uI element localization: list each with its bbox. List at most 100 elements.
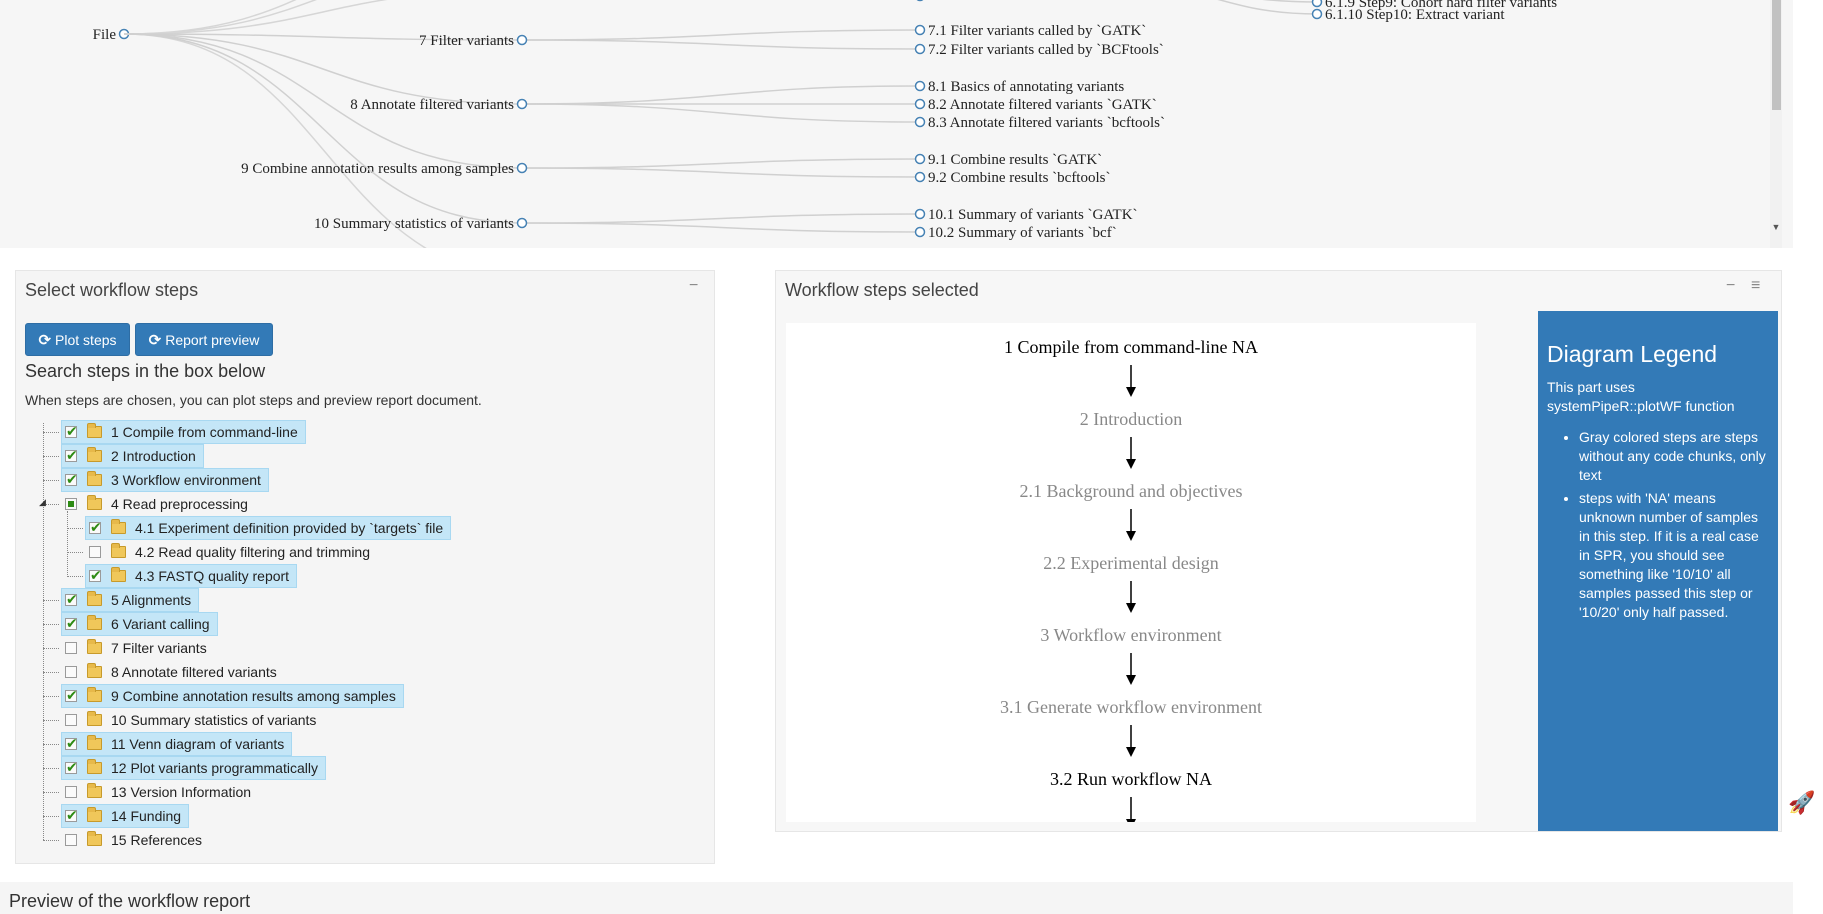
tree-guide-line	[43, 648, 59, 649]
tree-child-label: 8.2 Annotate filtered variants `GATK`	[928, 97, 1157, 113]
legend-list: Gray colored steps are steps without any…	[1547, 428, 1770, 622]
tree-node[interactable]	[516, 98, 528, 110]
step-label: 7 Filter variants	[111, 640, 207, 656]
tree-node[interactable]	[516, 217, 528, 229]
step-checkbox[interactable]	[65, 807, 78, 824]
diagram-arrow-head	[1126, 675, 1136, 685]
step-label: 12 Plot variants programmatically	[111, 760, 318, 776]
tree-node[interactable]	[914, 171, 926, 183]
step-checkbox-tree: 1 Compile from command-line 2 Introductio…	[16, 271, 716, 865]
tree-node[interactable]	[914, 24, 926, 36]
tree-node[interactable]	[1311, 8, 1323, 20]
step-checkbox[interactable]	[65, 687, 78, 704]
tree-root-label: File	[93, 27, 117, 43]
legend-item: steps with 'NA' means unknown number of …	[1579, 489, 1770, 622]
step-label: 4.2 Read quality filtering and trimming	[135, 544, 371, 560]
legend-intro: This part uses systemPipeR::plotWF funct…	[1547, 379, 1735, 414]
tree-link	[123, 0, 318, 35]
step-checkbox[interactable]	[65, 666, 77, 678]
tree-link	[1262, 0, 1318, 3]
step-checkbox[interactable]	[89, 519, 102, 536]
tree-child-label: 8.3 Annotate filtered variants `bcftools…	[928, 115, 1165, 131]
tree-step-item[interactable]: 11 Venn diagram of variants	[61, 732, 293, 756]
tree-step-item[interactable]: 4.2 Read quality filtering and trimming	[89, 541, 374, 563]
diagram-node-label: 2.1 Background and objectives	[1020, 481, 1243, 501]
tree-step-item[interactable]: 2 Introduction	[61, 444, 204, 468]
tree-node[interactable]	[516, 34, 528, 46]
step-label: 9 Combine annotation results among sampl…	[111, 688, 396, 704]
report-preview-section: Preview of the workflow report	[0, 882, 1793, 914]
step-checkbox[interactable]	[65, 498, 77, 510]
folder-icon	[87, 687, 102, 702]
tree-child-label: 10.1 Summary of variants `GATK`	[928, 207, 1138, 223]
folder-icon	[87, 615, 102, 630]
diagram-arrow-head	[1126, 603, 1136, 613]
tree-node[interactable]	[914, 116, 926, 128]
tree-step-item[interactable]: 9 Combine annotation results among sampl…	[61, 684, 404, 708]
tree-scrollbar[interactable]	[1770, 0, 1782, 248]
step-checkbox[interactable]	[65, 642, 77, 654]
tree-guide-line	[43, 816, 59, 817]
step-checkbox[interactable]	[65, 447, 78, 464]
tree-step-item[interactable]: 13 Version Information	[65, 781, 255, 803]
collapse-icon[interactable]: −	[1726, 277, 1735, 295]
step-checkbox[interactable]	[65, 834, 77, 846]
step-label: 15 References	[111, 832, 203, 848]
tree-step-item[interactable]: 5 Alignments	[61, 588, 200, 612]
tree-node[interactable]	[914, 98, 926, 110]
tree-node[interactable]	[914, 226, 926, 238]
scroll-down-arrow-icon[interactable]: ▼	[1770, 222, 1782, 232]
tree-node[interactable]	[914, 208, 926, 220]
tree-scroll-thumb[interactable]	[1772, 0, 1781, 110]
step-checkbox[interactable]	[65, 423, 78, 440]
tree-child-label: 9.1 Combine results `GATK`	[928, 152, 1102, 168]
step-checkbox[interactable]	[65, 591, 78, 608]
folder-icon	[87, 639, 102, 654]
tree-step-item[interactable]: 6 Variant calling	[61, 612, 218, 636]
tree-step-item[interactable]: 3 Workflow environment	[61, 468, 269, 492]
step-label: 5 Alignments	[111, 592, 192, 608]
tree-step-item[interactable]: 4.1 Experiment definition provided by `t…	[85, 516, 452, 540]
tree-step-item[interactable]: 8 Annotate filtered variants	[65, 661, 281, 683]
rocket-icon[interactable]: 🚀	[1788, 790, 1815, 824]
step-checkbox[interactable]	[65, 786, 77, 798]
selected-steps-title: Workflow steps selected	[785, 280, 979, 300]
tree-step-item[interactable]: 7 Filter variants	[65, 637, 211, 659]
tree-step-item[interactable]: 15 References	[65, 829, 206, 851]
folder-icon	[87, 423, 102, 438]
tree-node[interactable]	[916, 0, 925, 2]
tree-guide-line	[43, 423, 44, 840]
folder-icon	[111, 567, 126, 582]
tree-node[interactable]	[914, 153, 926, 165]
step-checkbox[interactable]	[89, 567, 102, 584]
folder-icon	[87, 735, 102, 750]
tree-step-item[interactable]: 10 Summary statistics of variants	[65, 709, 320, 731]
step-checkbox[interactable]	[65, 735, 78, 752]
folder-icon	[87, 591, 102, 606]
tree-guide-line	[43, 792, 59, 793]
expand-toggle-icon[interactable]: ◢	[39, 497, 46, 508]
tree-step-item[interactable]: 4 Read preprocessing	[65, 493, 252, 515]
tree-step-item[interactable]: 12 Plot variants programmatically	[61, 756, 326, 780]
step-checkbox[interactable]	[89, 546, 101, 558]
step-checkbox[interactable]	[65, 759, 78, 776]
step-label: 2 Introduction	[111, 448, 196, 464]
tree-step-item[interactable]: 1 Compile from command-line	[61, 420, 306, 444]
step-checkbox[interactable]	[65, 714, 77, 726]
tree-step-item[interactable]: 14 Funding	[61, 804, 190, 828]
menu-icon[interactable]: ≡	[1751, 277, 1760, 295]
tree-node[interactable]	[516, 162, 528, 174]
tree-step-item[interactable]: 4.3 FASTQ quality report	[85, 564, 298, 588]
step-label: 11 Venn diagram of variants	[111, 736, 285, 752]
step-checkbox[interactable]	[65, 471, 78, 488]
step-checkbox[interactable]	[65, 615, 78, 632]
selected-steps-box: Workflow steps selected − ≡ 1 Compile fr…	[775, 270, 1782, 832]
tree-node[interactable]	[914, 43, 926, 55]
tree-guide-line	[67, 576, 83, 577]
folder-icon	[87, 783, 102, 798]
tree-link	[123, 0, 388, 35]
folder-icon	[87, 711, 102, 726]
select-steps-box: Select workflow steps − ⟳ Plot steps ⟳ R…	[15, 270, 715, 864]
tree-node[interactable]	[1311, 0, 1323, 8]
tree-node[interactable]	[914, 80, 926, 92]
